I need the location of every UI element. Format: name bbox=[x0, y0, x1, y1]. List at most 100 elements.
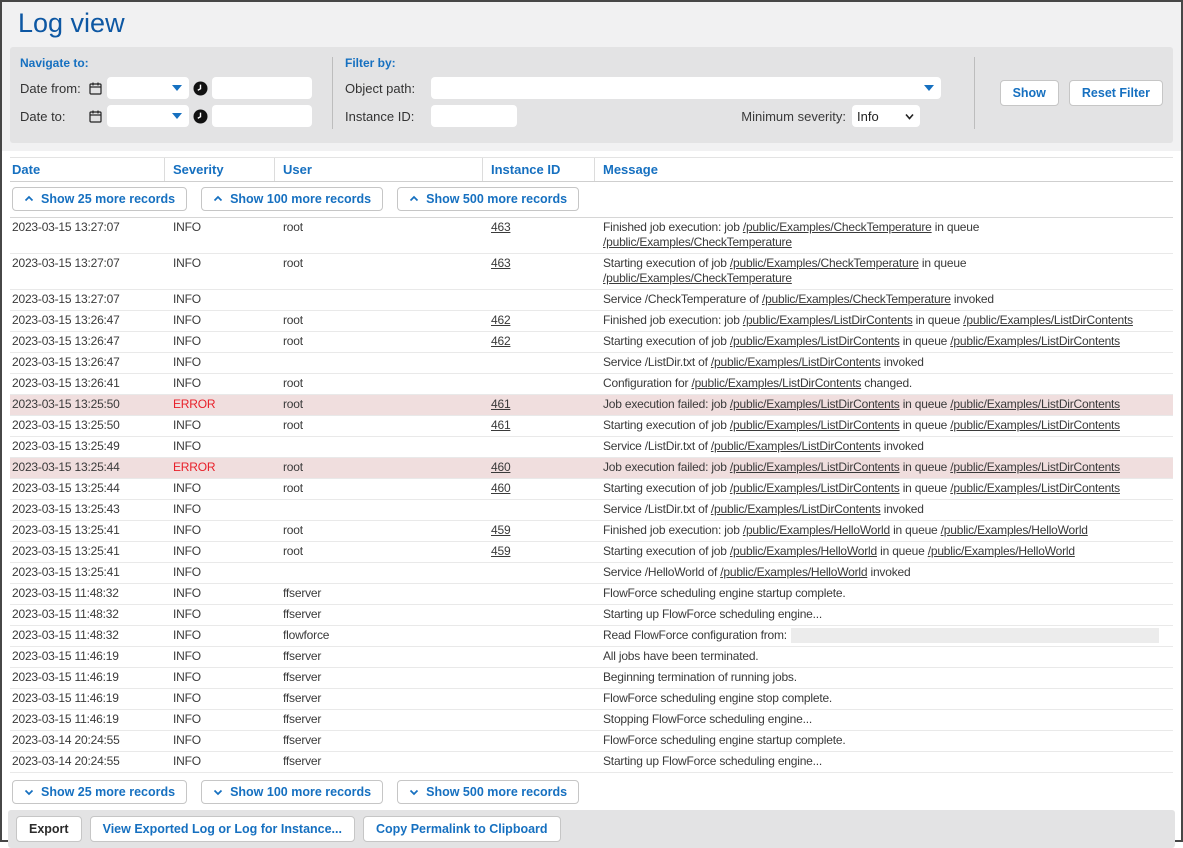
message-link[interactable]: /public/Examples/CheckTemperature bbox=[743, 220, 932, 234]
message-link[interactable]: /public/Examples/ListDirContents bbox=[691, 376, 861, 390]
instance-id-link[interactable]: 461 bbox=[491, 397, 510, 411]
instance-id-link[interactable]: 463 bbox=[491, 220, 510, 234]
view-exported-log-button[interactable]: View Exported Log or Log for Instance... bbox=[90, 816, 355, 842]
message-link[interactable]: /public/Examples/HelloWorld bbox=[941, 523, 1088, 537]
message-link[interactable]: /public/Examples/CheckTemperature bbox=[603, 235, 792, 249]
cell-date: 2023-03-15 13:25:41 bbox=[10, 563, 165, 583]
cell-user bbox=[275, 290, 483, 310]
instance-id-link[interactable]: 461 bbox=[491, 418, 510, 432]
show-100-more-records-button[interactable]: Show 100 more records bbox=[201, 780, 383, 804]
column-header-user[interactable]: User bbox=[275, 158, 483, 181]
message-link[interactable]: /public/Examples/HelloWorld bbox=[743, 523, 890, 537]
column-header-instance-id[interactable]: Instance ID bbox=[483, 158, 595, 181]
message-link[interactable]: /public/Examples/ListDirContents bbox=[730, 460, 900, 474]
show-500-more-records-button[interactable]: Show 500 more records bbox=[397, 187, 579, 211]
instance-id-input[interactable] bbox=[431, 105, 517, 127]
cell-severity: INFO bbox=[165, 290, 275, 310]
message-link[interactable]: /public/Examples/ListDirContents bbox=[950, 334, 1120, 348]
message-text: Starting up FlowForce scheduling engine.… bbox=[603, 754, 822, 768]
footer-bar: Export View Exported Log or Log for Inst… bbox=[8, 810, 1175, 848]
triangle-down-icon bbox=[172, 85, 182, 91]
message-text: Starting execution of job bbox=[603, 256, 730, 270]
column-header-date[interactable]: Date bbox=[10, 158, 165, 181]
show-500-more-records-button[interactable]: Show 500 more records bbox=[397, 780, 579, 804]
cell-severity: INFO bbox=[165, 416, 275, 436]
message-link[interactable]: /public/Examples/ListDirContents bbox=[963, 313, 1133, 327]
show-more-label: Show 500 more records bbox=[426, 192, 567, 206]
column-header-message[interactable]: Message bbox=[595, 158, 1173, 181]
cell-message: Stopping FlowForce scheduling engine... bbox=[595, 710, 1173, 730]
log-row: 2023-03-15 11:46:19INFOffserverStopping … bbox=[10, 710, 1173, 731]
message-link[interactable]: /public/Examples/ListDirContents bbox=[950, 397, 1120, 411]
reset-filter-button[interactable]: Reset Filter bbox=[1069, 80, 1163, 106]
message-link[interactable]: /public/Examples/ListDirContents bbox=[950, 460, 1120, 474]
export-button[interactable]: Export bbox=[16, 816, 82, 842]
instance-id-link[interactable]: 460 bbox=[491, 460, 510, 474]
message-link[interactable]: /public/Examples/ListDirContents bbox=[730, 481, 900, 495]
message-text: in queue bbox=[932, 220, 980, 234]
message-link[interactable]: /public/Examples/ListDirContents bbox=[711, 439, 881, 453]
date-from-time-input[interactable] bbox=[212, 77, 312, 99]
show-button[interactable]: Show bbox=[1000, 80, 1059, 106]
copy-permalink-button[interactable]: Copy Permalink to Clipboard bbox=[363, 816, 561, 842]
cell-severity: ERROR bbox=[165, 458, 275, 478]
instance-id-link[interactable]: 459 bbox=[491, 523, 510, 537]
instance-id-link[interactable]: 459 bbox=[491, 544, 510, 558]
cell-instance-id bbox=[483, 731, 595, 751]
column-header-severity[interactable]: Severity bbox=[165, 158, 275, 181]
show-25-more-records-button[interactable]: Show 25 more records bbox=[12, 187, 187, 211]
cell-instance-id bbox=[483, 563, 595, 583]
message-link[interactable]: /public/Examples/ListDirContents bbox=[711, 355, 881, 369]
object-path-dropdown-button[interactable] bbox=[919, 79, 939, 97]
message-link[interactable]: /public/Examples/ListDirContents bbox=[730, 397, 900, 411]
message-link[interactable]: /public/Examples/ListDirContents bbox=[730, 418, 900, 432]
message-text: FlowForce scheduling engine startup comp… bbox=[603, 733, 845, 747]
message-link[interactable]: /public/Examples/CheckTemperature bbox=[762, 292, 951, 306]
cell-user: ffserver bbox=[275, 647, 483, 667]
date-from-select[interactable] bbox=[107, 77, 189, 99]
message-text: Starting execution of job bbox=[603, 334, 730, 348]
instance-id-link[interactable]: 462 bbox=[491, 334, 510, 348]
message-text: Starting execution of job bbox=[603, 481, 730, 495]
message-link[interactable]: /public/Examples/CheckTemperature bbox=[730, 256, 919, 270]
message-link[interactable]: /public/Examples/CheckTemperature bbox=[603, 271, 792, 285]
cell-instance-id: 463 bbox=[483, 218, 595, 253]
cell-date: 2023-03-15 11:46:19 bbox=[10, 689, 165, 709]
instance-id-link[interactable]: 460 bbox=[491, 481, 510, 495]
date-to-time-input[interactable] bbox=[212, 105, 312, 127]
filter-divider bbox=[974, 57, 975, 129]
cell-user: ffserver bbox=[275, 710, 483, 730]
message-link[interactable]: /public/Examples/ListDirContents bbox=[950, 481, 1120, 495]
message-link[interactable]: /public/Examples/HelloWorld bbox=[730, 544, 877, 558]
show-100-more-records-button[interactable]: Show 100 more records bbox=[201, 187, 383, 211]
cell-date: 2023-03-15 13:25:44 bbox=[10, 479, 165, 499]
cell-instance-id: 459 bbox=[483, 521, 595, 541]
message-link[interactable]: /public/Examples/HelloWorld bbox=[928, 544, 1075, 558]
instance-id-link[interactable]: 463 bbox=[491, 256, 510, 270]
cell-date: 2023-03-15 13:25:50 bbox=[10, 416, 165, 436]
cell-user bbox=[275, 353, 483, 373]
cell-message: Starting execution of job /public/Exampl… bbox=[595, 479, 1173, 499]
message-text: Service /CheckTemperature of bbox=[603, 292, 762, 306]
cell-message: Read FlowForce configuration from: bbox=[595, 626, 1173, 646]
log-row: 2023-03-15 13:25:49INFOService /ListDir.… bbox=[10, 437, 1173, 458]
cell-date: 2023-03-15 13:25:50 bbox=[10, 395, 165, 415]
message-link[interactable]: /public/Examples/ListDirContents bbox=[743, 313, 913, 327]
min-severity-select[interactable]: Info bbox=[852, 105, 920, 127]
chevron-up-icon bbox=[24, 194, 34, 204]
show-25-more-records-button[interactable]: Show 25 more records bbox=[12, 780, 187, 804]
cell-date: 2023-03-15 13:25:49 bbox=[10, 437, 165, 457]
cell-user: root bbox=[275, 332, 483, 352]
message-text: invoked bbox=[881, 439, 924, 453]
cell-instance-id bbox=[483, 626, 595, 646]
message-link[interactable]: /public/Examples/ListDirContents bbox=[711, 502, 881, 516]
cell-instance-id: 461 bbox=[483, 395, 595, 415]
message-text: Service /ListDir.txt of bbox=[603, 502, 711, 516]
object-path-input[interactable] bbox=[431, 77, 941, 99]
message-link[interactable]: /public/Examples/ListDirContents bbox=[950, 418, 1120, 432]
instance-id-link[interactable]: 462 bbox=[491, 313, 510, 327]
date-to-select[interactable] bbox=[107, 105, 189, 127]
message-link[interactable]: /public/Examples/HelloWorld bbox=[720, 565, 867, 579]
message-text: in queue bbox=[900, 334, 951, 348]
message-link[interactable]: /public/Examples/ListDirContents bbox=[730, 334, 900, 348]
